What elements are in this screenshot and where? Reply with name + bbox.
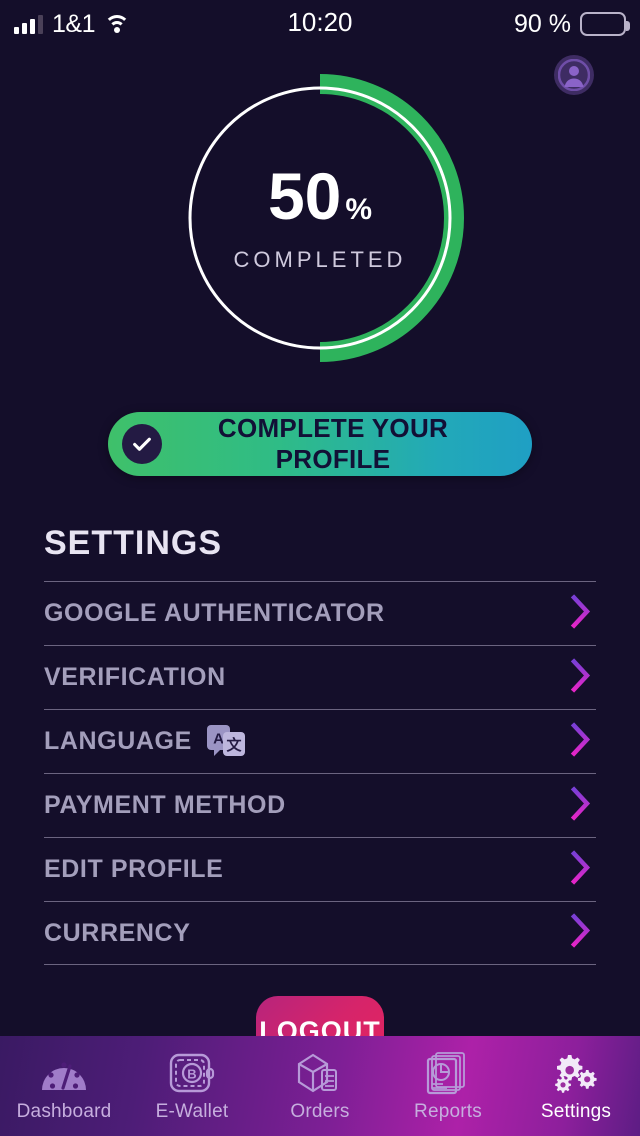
package-box-icon [294, 1049, 346, 1097]
nav-item-label: Dashboard [16, 1101, 112, 1122]
app-screen: 1&1 10:20 90 % 50 % COMPLETED COMPLETE Y… [0, 0, 640, 1136]
chevron-right-icon [568, 911, 594, 956]
progress-arc [319, 74, 464, 362]
chevron-right-icon [568, 783, 594, 828]
nav-item-label: Settings [540, 1101, 612, 1122]
svg-text:B: B [187, 1067, 196, 1082]
settings-row-edit-profile[interactable]: EDIT PROFILE [44, 837, 596, 901]
report-chart-icon [422, 1049, 474, 1097]
bitcoin-wallet-icon: B [166, 1049, 218, 1097]
settings-row-label: CURRENCY [44, 918, 191, 947]
nav-item-e-wallet[interactable]: B E-Wallet [128, 1036, 256, 1136]
profile-progress-ring: 50 % COMPLETED [0, 58, 640, 378]
chevron-right-icon [568, 655, 594, 700]
chevron-right-icon [568, 847, 594, 892]
nav-item-label: Orders [290, 1101, 350, 1122]
nav-item-orders[interactable]: Orders [256, 1036, 384, 1136]
bottom-navigation: Dashboard B E-Wallet Orders Reports Sett… [0, 1036, 640, 1136]
gears-icon [550, 1049, 602, 1097]
progress-track [188, 86, 452, 350]
nav-item-dashboard[interactable]: Dashboard [0, 1036, 128, 1136]
complete-profile-label: COMPLETE YOUR PROFILE [217, 413, 449, 474]
settings-row-currency[interactable]: CURRENCY [44, 901, 596, 965]
check-circle-icon [122, 424, 162, 464]
settings-row-payment-method[interactable]: PAYMENT METHOD [44, 773, 596, 837]
settings-row-label: VERIFICATION [44, 663, 226, 691]
settings-row-verification[interactable]: VERIFICATION [44, 645, 596, 709]
translate-icon: A 文 [206, 724, 246, 760]
settings-row-label: LANGUAGE [44, 727, 192, 755]
nav-item-label: E-Wallet [155, 1101, 229, 1122]
settings-list: GOOGLE AUTHENTICATOR VERIFICATION LANGUA… [44, 581, 596, 965]
status-bar: 1&1 10:20 90 % [0, 0, 640, 48]
settings-row-language[interactable]: LANGUAGE A 文 [44, 709, 596, 773]
settings-row-google-authenticator[interactable]: GOOGLE AUTHENTICATOR [44, 581, 596, 645]
complete-profile-button[interactable]: COMPLETE YOUR PROFILE [108, 412, 532, 476]
svg-text:文: 文 [226, 736, 242, 754]
nav-item-reports[interactable]: Reports [384, 1036, 512, 1136]
nav-item-settings[interactable]: Settings [512, 1036, 640, 1136]
speedometer-icon [38, 1049, 90, 1097]
status-bar-right: 90 % [514, 0, 630, 48]
user-avatar-icon[interactable] [554, 55, 594, 95]
chevron-right-icon [568, 719, 594, 764]
battery-icon [580, 12, 630, 36]
page-title: SETTINGS [44, 524, 223, 562]
battery-percent-label: 90 % [514, 9, 571, 38]
chevron-right-icon [568, 591, 594, 636]
settings-row-label: EDIT PROFILE [44, 855, 224, 883]
nav-item-label: Reports [414, 1101, 482, 1122]
settings-row-label: GOOGLE AUTHENTICATOR [44, 599, 385, 627]
settings-row-label: PAYMENT METHOD [44, 791, 286, 819]
svg-text:A: A [213, 730, 224, 747]
